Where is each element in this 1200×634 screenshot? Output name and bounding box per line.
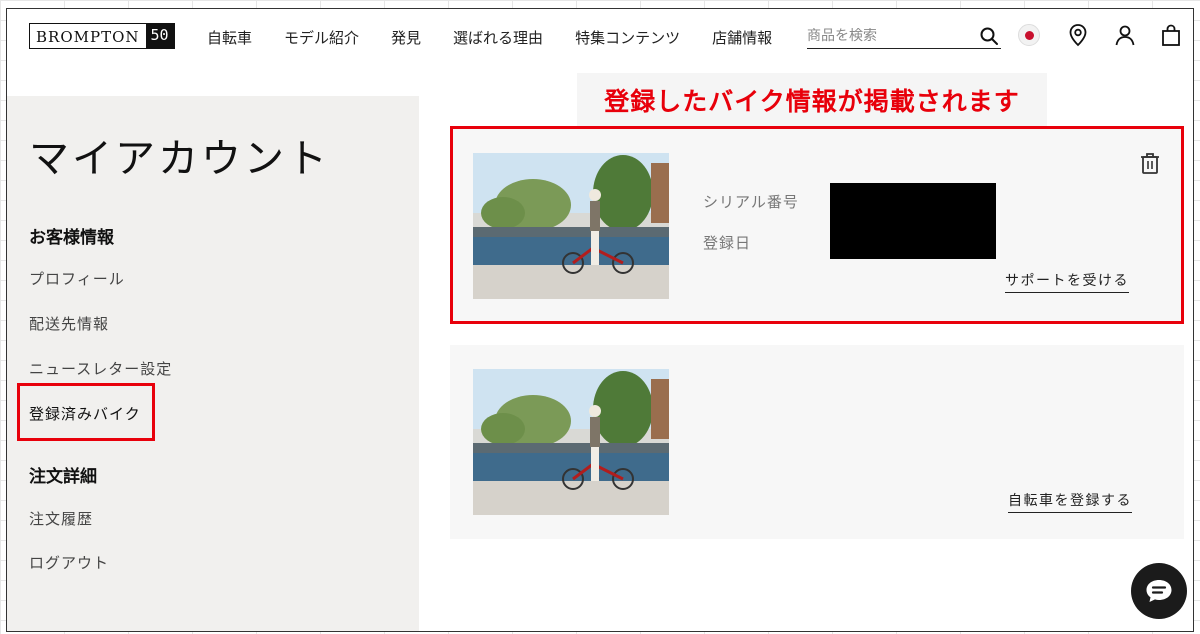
nav-item-features[interactable]: 特集コンテンツ: [575, 27, 680, 48]
sidebar-item-newsletter[interactable]: ニュースレター設定: [29, 358, 172, 379]
location-pin-icon[interactable]: [1064, 21, 1092, 49]
brompton-logo[interactable]: BROMPTON 50: [29, 23, 175, 49]
shopping-bag-icon[interactable]: [1157, 21, 1185, 49]
nav-item-bicycles[interactable]: 自転車: [207, 27, 252, 48]
trash-icon[interactable]: [1139, 151, 1161, 175]
bike-photo: [473, 369, 669, 515]
nav-item-models[interactable]: モデル紹介: [284, 27, 359, 48]
search-input[interactable]: [807, 27, 967, 44]
main-nav: 自転車 モデル紹介 発見 選ばれる理由 特集コンテンツ 店舗情報: [207, 27, 772, 48]
registered-bike-card: シリアル番号 登録日 サポートを受ける: [450, 126, 1184, 324]
bike-photo: [473, 153, 669, 299]
registration-date-label: 登録日: [703, 234, 752, 252]
nav-item-discover[interactable]: 発見: [391, 27, 421, 48]
browser-frame: BROMPTON 50 自転車 モデル紹介 発見 選ばれる理由 特集コンテンツ …: [6, 8, 1194, 632]
redacted-values: [830, 183, 996, 259]
sidebar-item-profile[interactable]: プロフィール: [29, 268, 125, 289]
search-icon[interactable]: [979, 26, 999, 46]
chat-button[interactable]: [1131, 563, 1187, 619]
nav-item-why[interactable]: 選ばれる理由: [453, 27, 543, 48]
user-icon[interactable]: [1111, 21, 1139, 49]
chat-icon: [1146, 580, 1172, 602]
section-heading-customer-info: お客様情報: [29, 228, 114, 248]
annotation-text: 登録したバイク情報が掲載されます: [604, 87, 1020, 116]
annotation-banner: 登録したバイク情報が掲載されます: [577, 73, 1047, 127]
nav-item-stores[interactable]: 店舗情報: [712, 27, 772, 48]
annotation-highlight-registered-bikes: [17, 383, 155, 441]
logo-text: BROMPTON: [36, 28, 140, 46]
sidebar-item-order-history[interactable]: 注文履歴: [29, 508, 93, 529]
search-box: [807, 23, 1001, 49]
sidebar-item-logout[interactable]: ログアウト: [29, 552, 109, 573]
get-support-link[interactable]: サポートを受ける: [1005, 270, 1129, 293]
account-sidebar: マイアカウント お客様情報 プロフィール 配送先情報 ニュースレター設定 登録済…: [7, 96, 419, 631]
logo-number: 50: [145, 24, 174, 48]
section-heading-order-details: 注文詳細: [29, 467, 97, 487]
serial-number-label: シリアル番号: [703, 193, 799, 211]
register-bike-link[interactable]: 自転車を登録する: [1008, 490, 1132, 513]
site-header: BROMPTON 50 自転車 モデル紹介 発見 選ばれる理由 特集コンテンツ …: [7, 9, 1193, 65]
page-title: マイアカウント: [29, 136, 330, 182]
japan-flag-icon[interactable]: [1015, 21, 1043, 49]
register-bike-card: 自転車を登録する: [450, 345, 1184, 539]
sidebar-item-shipping[interactable]: 配送先情報: [29, 313, 109, 334]
